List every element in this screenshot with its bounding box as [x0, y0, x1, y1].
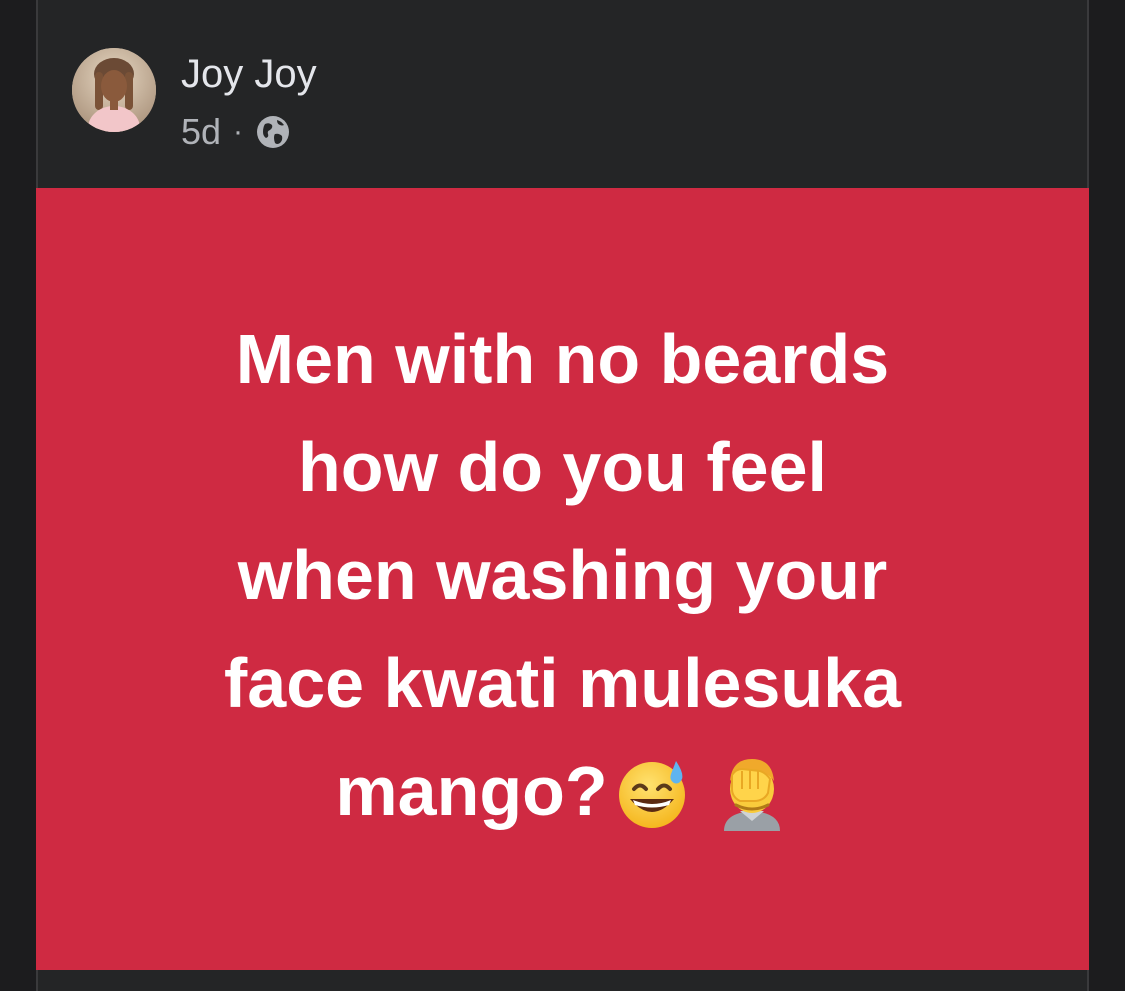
- author-avatar[interactable]: [72, 48, 156, 132]
- author-name[interactable]: Joy Joy: [181, 50, 317, 98]
- avatar-photo: [72, 48, 156, 132]
- post-line-2: how do you feel: [298, 428, 827, 506]
- face-palm-emoji: [714, 753, 790, 831]
- feed-background: Joy Joy 5d · Men with no beards how do y…: [0, 0, 1125, 991]
- post-header: Joy Joy 5d ·: [38, 0, 1087, 188]
- post-line-1: Men with no beards: [235, 320, 890, 398]
- globe-icon[interactable]: [255, 114, 291, 150]
- post-meta: 5d ·: [181, 108, 291, 156]
- post-line-3: when washing your: [237, 536, 888, 614]
- grinning-face-with-sweat-emoji: [614, 753, 690, 829]
- post-line-4: face kwati mulesuka: [224, 644, 901, 722]
- post-timestamp[interactable]: 5d: [181, 111, 221, 153]
- post-line-5: mango?: [335, 752, 608, 830]
- post-footer-edge: [38, 970, 1087, 991]
- post-card: Joy Joy 5d · Men with no beards how do y…: [36, 0, 1089, 991]
- post-text: Men with no beards how do you feel when …: [113, 305, 1013, 845]
- post-emojis: [614, 753, 790, 831]
- meta-separator: ·: [233, 115, 244, 148]
- post-colored-background: Men with no beards how do you feel when …: [36, 188, 1089, 970]
